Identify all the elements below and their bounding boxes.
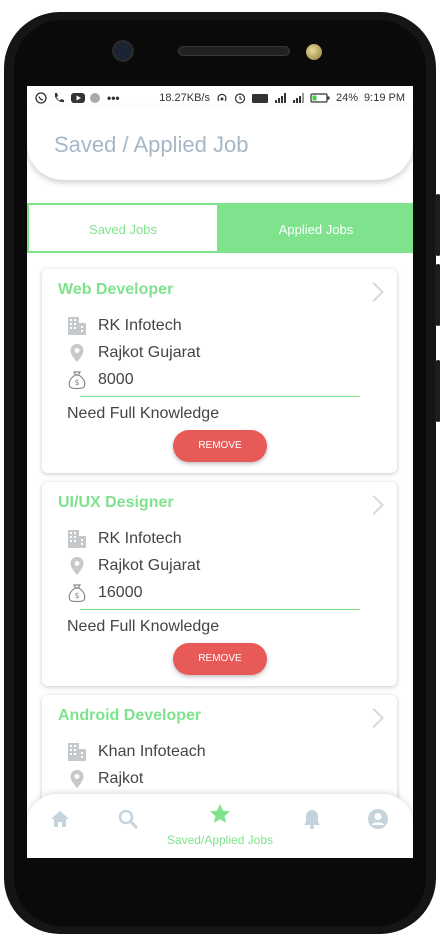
job-description: Need Full Knowledge — [67, 618, 220, 635]
svg-text:$: $ — [74, 378, 79, 387]
salary: 8000 — [98, 371, 134, 388]
company-row: Khan Infoteach — [66, 741, 206, 763]
building-icon — [66, 741, 88, 763]
company-name: RK Infotech — [98, 530, 182, 547]
job-description: Need Full Knowledge — [67, 405, 220, 422]
building-icon — [66, 315, 88, 337]
location: Rajkot Gujarat — [98, 344, 201, 361]
location-pin-icon — [66, 555, 88, 577]
front-camera — [112, 40, 134, 62]
youtube-icon — [71, 92, 85, 104]
more-notifications: ••• — [107, 91, 120, 105]
status-right: 18.27KB/s 24% 9:19 PM — [159, 92, 405, 104]
job-title: Web Developer — [58, 281, 174, 298]
location-row: Rajkot Gujarat — [66, 555, 200, 577]
location-pin-icon — [66, 768, 88, 790]
volume-button-2 — [435, 264, 440, 326]
bottom-navigation: Saved/Applied Jobs — [27, 794, 413, 858]
company-name: RK Infotech — [98, 317, 182, 334]
nav-home[interactable] — [49, 808, 71, 835]
salary-underline — [80, 609, 360, 610]
salary-underline — [80, 396, 360, 397]
money-bag-icon: $ — [66, 369, 88, 391]
network-speed: 18.27KB/s — [159, 92, 210, 104]
job-card[interactable]: UI/UX Designer RK Infotech Rajkot Gujara… — [42, 482, 397, 686]
salary-row: $ 8000 — [66, 369, 134, 391]
app-header: Saved / Applied Job — [27, 106, 413, 180]
location-pin-icon — [66, 342, 88, 364]
bell-icon — [301, 808, 323, 835]
star-icon — [208, 802, 232, 831]
nav-saved-applied-jobs[interactable]: Saved/Applied Jobs — [162, 802, 278, 847]
volte-icon — [252, 92, 268, 104]
tab-applied-jobs[interactable]: Applied Jobs — [219, 203, 413, 253]
search-icon — [117, 808, 139, 835]
location: Rajkot Gujarat — [98, 557, 201, 574]
battery-percent: 24% — [336, 92, 359, 104]
chevron-right-icon[interactable] — [364, 495, 384, 515]
alarm-icon — [234, 92, 246, 104]
volume-button — [435, 194, 440, 256]
page-title: Saved / Applied Job — [54, 132, 249, 157]
clock: 9:19 PM — [364, 92, 405, 104]
nav-search[interactable] — [117, 808, 139, 835]
company-name: Khan Infoteach — [98, 743, 206, 760]
hotspot-icon — [216, 92, 228, 104]
remove-button[interactable]: REMOVE — [173, 430, 267, 462]
salary: 16000 — [98, 584, 143, 601]
location-row: Rajkot — [66, 768, 143, 790]
earpiece-speaker — [178, 46, 290, 56]
tab-saved-jobs[interactable]: Saved Jobs — [27, 203, 219, 253]
job-title: Android Developer — [58, 707, 202, 724]
salary-row: $ 16000 — [66, 582, 143, 604]
chevron-right-icon[interactable] — [364, 708, 384, 728]
chevron-right-icon[interactable] — [364, 282, 384, 302]
proximity-sensor — [306, 44, 322, 60]
phone-call-icon — [53, 92, 65, 104]
company-row: RK Infotech — [66, 315, 182, 337]
power-button — [435, 360, 440, 422]
signal-2-icon — [292, 92, 304, 104]
job-tabs: Saved Jobs Applied Jobs — [27, 203, 413, 253]
battery-icon — [310, 92, 330, 104]
nav-active-label: Saved/Applied Jobs — [166, 833, 274, 847]
status-left: ••• — [35, 91, 120, 105]
svg-text:$: $ — [74, 591, 79, 600]
money-bag-icon: $ — [66, 582, 88, 604]
company-row: RK Infotech — [66, 528, 182, 550]
remove-button[interactable]: REMOVE — [173, 643, 267, 675]
location-row: Rajkot Gujarat — [66, 342, 200, 364]
location: Rajkot — [98, 770, 144, 787]
building-icon — [66, 528, 88, 550]
job-card[interactable]: Web Developer RK Infotech Rajkot Gujarat… — [42, 269, 397, 473]
whatsapp-icon — [35, 92, 47, 104]
app-screen: ••• 18.27KB/s 24% 9:19 PM Saved / Applie… — [27, 86, 413, 858]
nav-account[interactable] — [367, 808, 389, 835]
job-title: UI/UX Designer — [58, 494, 174, 511]
signal-icon — [274, 92, 286, 104]
home-icon — [49, 808, 71, 835]
circle-icon — [89, 92, 101, 104]
account-icon — [367, 808, 389, 835]
nav-notifications[interactable] — [301, 808, 323, 835]
